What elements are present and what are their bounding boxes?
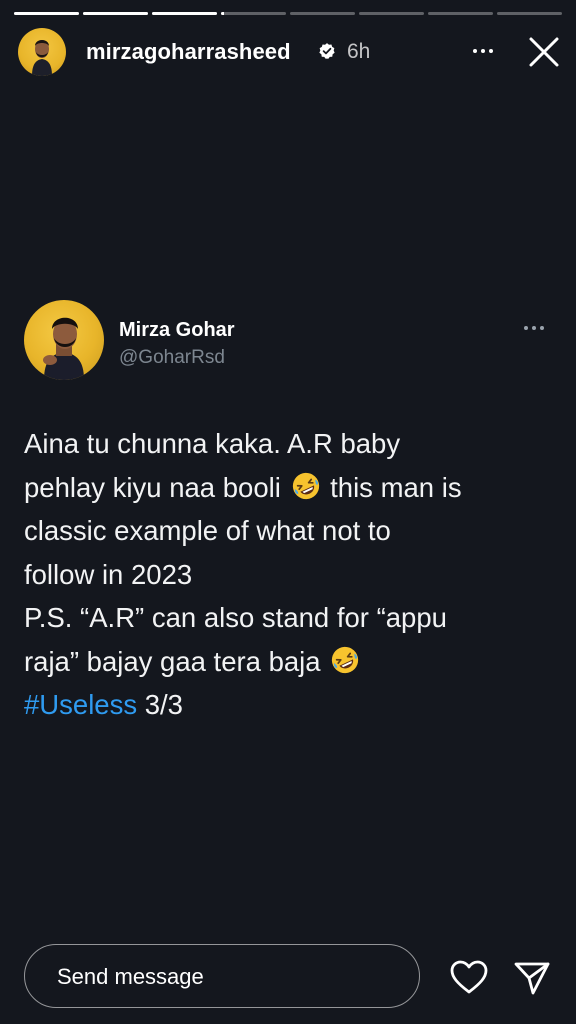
send-message-input[interactable]: Send message: [24, 944, 420, 1008]
story-timestamp: 6h: [347, 40, 371, 63]
story-screen: mirzagoharrasheed 6h Mirza Gohar @GoharR…: [0, 0, 576, 1024]
tweet-line-segment: pehlay kiyu naa booli: [24, 471, 281, 503]
more-options-icon[interactable]: [466, 34, 500, 68]
tweet-line: P.S. “A.R” can also stand for “appu: [24, 602, 447, 633]
progress-segment: [428, 12, 493, 15]
rolling-on-floor-laughing-icon: [292, 472, 319, 499]
rolling-on-floor-laughing-icon: [332, 646, 359, 673]
progress-segment: [221, 12, 286, 15]
close-icon[interactable]: [526, 34, 562, 70]
tweet-more-icon: [524, 326, 544, 330]
tweet-display-name: Mirza Gohar: [119, 319, 235, 341]
hashtag-link[interactable]: #Useless: [24, 689, 137, 720]
send-message-placeholder: Send message: [57, 964, 204, 989]
tweet-handle: @GoharRsd: [119, 347, 225, 368]
story-header: mirzagoharrasheed 6h: [18, 28, 566, 76]
progress-segment: [152, 12, 217, 15]
heart-icon[interactable]: [449, 959, 489, 995]
tweet-line-segment: this man is: [330, 471, 462, 503]
story-username[interactable]: mirzagoharrasheed: [86, 39, 291, 65]
story-progress-bar: [14, 12, 562, 15]
story-avatar[interactable]: [18, 28, 66, 76]
tweet-text: Aina tu chunna kaka. A.R baby pehlay kiy…: [24, 422, 554, 727]
tweet-line: pehlay kiyu naa booli this man is: [24, 466, 554, 510]
tweet-line: raja” bajay gaa tera baja: [24, 640, 554, 684]
progress-segment: [14, 12, 79, 15]
tweet-line-segment: 3/3: [137, 689, 183, 720]
progress-segment: [497, 12, 562, 15]
tweet-line: #Useless 3/3: [24, 683, 554, 727]
progress-segment: [290, 12, 355, 15]
verified-badge-icon: [319, 43, 335, 59]
progress-segment: [83, 12, 148, 15]
tweet-line: follow in 2023: [24, 558, 193, 590]
progress-segment: [359, 12, 424, 15]
tweet-line-segment: raja” bajay gaa tera baja: [24, 645, 321, 677]
tweet-line: Aina tu chunna kaka. A.R baby: [24, 428, 401, 459]
tweet-line: classic example of what not to: [24, 515, 391, 546]
tweet-avatar: [24, 300, 104, 380]
send-icon[interactable]: [512, 959, 552, 997]
